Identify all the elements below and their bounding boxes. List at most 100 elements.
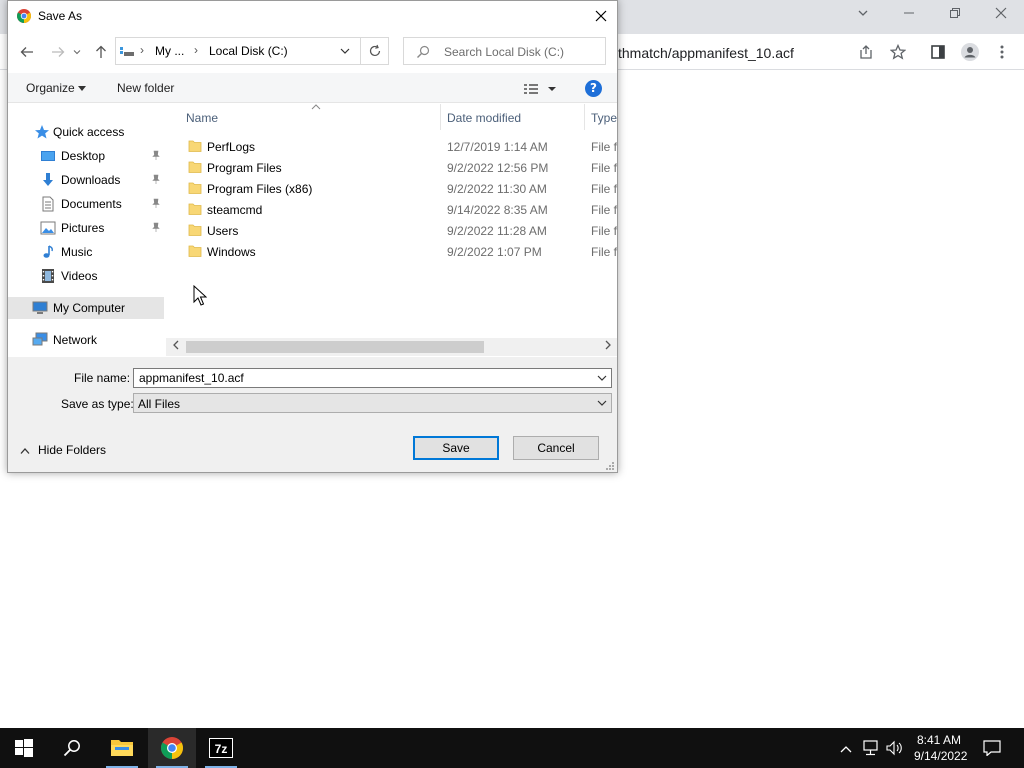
- start-button[interactable]: [0, 728, 48, 768]
- volume-icon[interactable]: [886, 740, 902, 756]
- save-as-type-select[interactable]: All Files: [133, 393, 612, 413]
- new-folder-button[interactable]: New folder: [117, 81, 174, 95]
- taskbar-chrome[interactable]: [148, 728, 196, 768]
- 7zip-icon: 7z: [209, 738, 233, 758]
- nav-my-computer[interactable]: My Computer: [8, 297, 164, 319]
- svg-text:7z: 7z: [215, 742, 228, 756]
- column-headers: Name Date modified Type: [166, 104, 617, 130]
- help-icon[interactable]: ?: [585, 80, 602, 97]
- scrollbar-thumb[interactable]: [186, 341, 484, 353]
- nav-quick-access[interactable]: Quick access: [8, 121, 164, 143]
- column-divider[interactable]: [584, 104, 585, 130]
- nav-item-videos[interactable]: Videos: [8, 265, 164, 287]
- file-type: File fo: [591, 203, 617, 217]
- share-icon[interactable]: [854, 40, 878, 64]
- dialog-titlebar[interactable]: Save As: [8, 1, 617, 32]
- pin-icon[interactable]: [150, 149, 162, 161]
- desktop-icon: [41, 151, 55, 161]
- file-row-perflogs[interactable]: PerfLogs 12/7/2019 1:14 AM File fo: [166, 136, 617, 157]
- navigation-row: › My ... › Local Disk (C:) Search Local …: [8, 32, 617, 72]
- resize-grip-icon[interactable]: [605, 461, 615, 471]
- file-row-windows[interactable]: Windows 9/2/2022 1:07 PM File fo: [166, 241, 617, 262]
- nav-item-downloads[interactable]: Downloads: [8, 169, 164, 191]
- file-row-steamcmd[interactable]: steamcmd 9/14/2022 8:35 AM File fo: [166, 199, 617, 220]
- scroll-right-icon[interactable]: [601, 340, 615, 354]
- omnibox[interactable]: thmatch/appmanifest_10.acf: [600, 38, 1020, 66]
- address-bar[interactable]: › My ... › Local Disk (C:): [115, 37, 361, 65]
- breadcrumb-separator[interactable]: ›: [194, 43, 198, 57]
- caret-down-icon: [78, 86, 87, 91]
- nav-item-desktop[interactable]: Desktop: [8, 145, 164, 167]
- clock-date[interactable]: 9/14/2022: [914, 749, 967, 763]
- save-button[interactable]: Save: [413, 436, 499, 460]
- file-type: File fo: [591, 245, 617, 259]
- close-icon[interactable]: [986, 4, 1016, 26]
- cancel-button[interactable]: Cancel: [513, 436, 599, 460]
- file-row-program-files-x86[interactable]: Program Files (x86) 9/2/2022 11:30 AM Fi…: [166, 178, 617, 199]
- clock-time[interactable]: 8:41 AM: [917, 733, 961, 747]
- column-header-type[interactable]: Type: [591, 111, 617, 125]
- taskbar-file-explorer[interactable]: [98, 728, 146, 768]
- menu-icon[interactable]: [990, 40, 1014, 64]
- dialog-close-button[interactable]: [586, 4, 616, 28]
- profile-icon[interactable]: [958, 40, 982, 64]
- nav-item-pictures[interactable]: Pictures: [8, 217, 164, 239]
- network-status-icon[interactable]: [862, 740, 878, 756]
- back-icon[interactable]: [17, 42, 37, 62]
- refresh-icon: [369, 44, 380, 57]
- change-view-button[interactable]: [523, 81, 559, 97]
- save-as-type-label: Save as type:: [61, 397, 134, 411]
- restore-icon[interactable]: [940, 4, 970, 26]
- star-icon[interactable]: [886, 40, 910, 64]
- file-name-input[interactable]: [133, 368, 612, 388]
- taskbar-7zip[interactable]: 7z: [197, 728, 245, 768]
- breadcrumb-separator[interactable]: ›: [140, 43, 144, 57]
- chevron-down-icon[interactable]: [338, 44, 352, 58]
- breadcrumb-local-disk[interactable]: Local Disk (C:): [209, 44, 288, 58]
- up-icon[interactable]: [91, 42, 111, 62]
- file-name: Program Files (x86): [207, 182, 313, 196]
- side-panel-icon[interactable]: [926, 40, 950, 64]
- chevron-up-icon[interactable]: [20, 447, 30, 455]
- refresh-button[interactable]: [361, 37, 389, 65]
- recent-locations-chevron-icon[interactable]: [71, 42, 83, 62]
- chevron-down-icon[interactable]: [596, 397, 608, 409]
- file-row-users[interactable]: Users 9/2/2022 11:28 AM File fo: [166, 220, 617, 241]
- pin-icon[interactable]: [150, 197, 162, 209]
- search-input[interactable]: Search Local Disk (C:): [403, 37, 606, 65]
- folder-icon: [188, 182, 202, 194]
- minimize-icon[interactable]: [894, 4, 924, 26]
- nav-network[interactable]: Network: [8, 329, 164, 351]
- notifications-icon[interactable]: [983, 740, 1001, 757]
- file-type: File fo: [591, 224, 617, 238]
- horizontal-scrollbar[interactable]: [166, 338, 617, 356]
- show-hidden-icons-chevron-icon[interactable]: [838, 741, 854, 757]
- network-icon: [32, 332, 48, 346]
- nav-item-documents[interactable]: Documents: [8, 193, 164, 215]
- column-divider[interactable]: [440, 104, 441, 130]
- chevron-down-icon[interactable]: [596, 372, 608, 384]
- nav-label: Downloads: [61, 173, 121, 187]
- breadcrumb-my-computer[interactable]: My ...: [155, 44, 184, 58]
- search-button[interactable]: [48, 728, 96, 768]
- nav-label: Network: [53, 333, 98, 347]
- column-header-date[interactable]: Date modified: [447, 111, 521, 125]
- tab-search-chevron-icon[interactable]: [848, 4, 878, 26]
- pin-icon[interactable]: [150, 173, 162, 185]
- search-icon: [417, 45, 430, 58]
- nav-item-music[interactable]: Music: [8, 241, 164, 263]
- file-row-program-files[interactable]: Program Files 9/2/2022 12:56 PM File fo: [166, 157, 617, 178]
- hide-folders-button[interactable]: Hide Folders: [38, 443, 106, 457]
- nav-label: Desktop: [61, 149, 106, 163]
- nav-label: Music: [61, 245, 93, 259]
- file-date: 9/2/2022 12:56 PM: [447, 161, 549, 175]
- search-placeholder: Search Local Disk (C:): [444, 45, 565, 59]
- windows-logo-icon: [15, 739, 33, 757]
- organize-label: Organize: [26, 81, 75, 95]
- column-header-name[interactable]: Name: [186, 111, 218, 125]
- scroll-left-icon[interactable]: [169, 340, 183, 354]
- nav-label: Documents: [61, 197, 122, 211]
- organize-button[interactable]: Organize: [26, 81, 87, 95]
- pin-icon[interactable]: [150, 221, 162, 233]
- forward-icon[interactable]: [48, 42, 68, 62]
